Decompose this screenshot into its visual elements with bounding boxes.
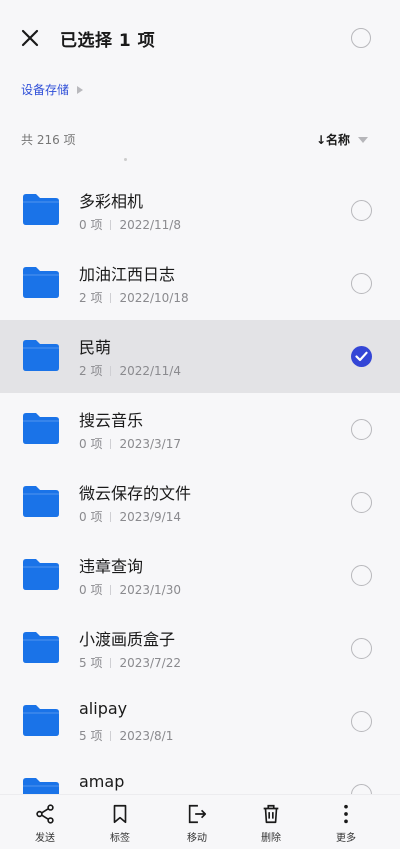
folder-icon [23,632,59,663]
file-date: 2023/7/22 [119,655,181,670]
scroll-indicator-dot [124,158,127,161]
move-icon [188,804,207,824]
meta-divider [110,584,112,595]
folder-icon [23,705,59,736]
file-date: 2022/11/4 [119,363,181,378]
chevron-right-icon [77,85,84,94]
more-label: 更多 [336,833,356,844]
item-checkbox[interactable] [351,711,372,732]
file-name: 搜云音乐 [79,411,144,430]
list-item[interactable]: 小渡画质盒子 5 项 2023/7/22 [0,612,400,685]
file-meta: 5 项 2023/7/22 [79,654,181,671]
file-list: 多彩相机 0 项 2022/11/8 加油江西日志 2 项 2022/10/18 民萌 2 项… [0,174,400,794]
sort-label: ↓名称 [315,133,350,147]
breadcrumb-device-storage[interactable]: 设备存储 [21,81,69,98]
folder-icon [23,413,59,444]
bottom-toolbar: 发送 标签 移动 删除 更多 [0,794,400,849]
move-button[interactable]: 移动 [167,803,227,844]
meta-divider [110,657,112,668]
file-item-count: 2 项 [79,364,103,378]
file-name: 多彩相机 [79,192,144,211]
file-name: 微云保存的文件 [79,484,192,503]
bookmark-icon [113,804,127,824]
file-meta: 0 项 2022/11/8 [79,216,181,233]
folder-icon [23,194,59,225]
list-item[interactable]: 搜云音乐 0 项 2023/3/17 [0,393,400,466]
list-item[interactable]: 加油江西日志 2 项 2022/10/18 [0,247,400,320]
sort-button[interactable]: ↓名称 [316,131,368,148]
page-title: 已选择 1 项 [60,31,156,51]
folder-icon [23,559,59,590]
file-name: 加油江西日志 [79,265,176,284]
meta-divider [110,438,112,449]
send-button[interactable]: 发送 [15,803,75,844]
item-checkbox[interactable] [351,346,372,367]
list-item[interactable]: 民萌 2 项 2022/11/4 [0,320,400,393]
select-all-checkbox[interactable] [351,28,371,48]
item-checkbox[interactable] [351,565,372,586]
top-bar: 已选择 1 项 [0,0,400,76]
file-item-count: 5 项 [79,656,103,670]
item-checkbox[interactable] [351,200,372,221]
list-header: 共 216 项 ↓名称 [0,131,400,151]
tag-label: 标签 [110,833,130,844]
file-item-count: 0 项 [79,218,103,232]
breadcrumb: 设备存储 [21,81,84,98]
more-button[interactable]: 更多 [316,803,376,844]
meta-divider [110,365,112,376]
file-name: 民萌 [79,338,112,357]
item-checkbox[interactable] [351,784,372,794]
file-date: 2023/1/30 [119,582,181,597]
file-item-count: 0 项 [79,583,103,597]
list-item[interactable]: 违章查询 0 项 2023/1/30 [0,539,400,612]
file-meta: 0 项 2023/1/30 [79,581,181,598]
tag-button[interactable]: 标签 [90,803,150,844]
file-meta: 0 项 2023/3/17 [79,435,181,452]
file-date: 2023/9/14 [119,509,181,524]
file-name: alipay [79,699,128,718]
sort-caret-icon [358,136,368,143]
trash-icon [263,804,279,824]
meta-divider [110,292,112,303]
list-item[interactable]: 多彩相机 0 项 2022/11/8 [0,174,400,247]
send-label: 发送 [35,833,55,844]
file-name: 小渡画质盒子 [79,630,176,649]
more-vertical-icon [344,804,348,824]
close-icon[interactable] [18,26,42,50]
folder-icon [23,267,59,298]
share-icon [36,804,54,824]
item-checkbox[interactable] [351,638,372,659]
file-date: 2023/3/17 [119,436,181,451]
list-item[interactable]: 微云保存的文件 0 项 2023/9/14 [0,466,400,539]
meta-divider [110,219,112,230]
file-item-count: 2 项 [79,291,103,305]
folder-icon [23,486,59,517]
list-item[interactable]: amap [0,758,400,794]
file-meta: 2 项 2022/10/18 [79,289,189,306]
item-checkbox[interactable] [351,273,372,294]
list-item[interactable]: alipay 5 项 2023/8/1 [0,685,400,758]
item-checkbox[interactable] [351,492,372,513]
file-item-count: 0 项 [79,437,103,451]
meta-divider [110,730,112,741]
file-meta: 2 项 2022/11/4 [79,362,181,379]
check-icon [355,351,368,362]
meta-divider [110,511,112,522]
file-meta: 5 项 2023/8/1 [79,727,173,744]
file-item-count: 0 项 [79,510,103,524]
file-item-count: 5 项 [79,729,103,743]
folder-icon [23,778,59,794]
file-date: 2022/10/18 [119,290,189,305]
file-name: 违章查询 [79,557,144,576]
file-meta: 0 项 2023/9/14 [79,508,181,525]
item-count: 共 216 项 [21,133,76,147]
folder-icon [23,340,59,371]
move-label: 移动 [187,833,207,844]
delete-button[interactable]: 删除 [241,803,301,844]
item-checkbox[interactable] [351,419,372,440]
file-date: 2022/11/8 [119,217,181,232]
file-name: amap [79,772,125,791]
delete-label: 删除 [261,833,281,844]
file-date: 2023/8/1 [119,728,174,743]
